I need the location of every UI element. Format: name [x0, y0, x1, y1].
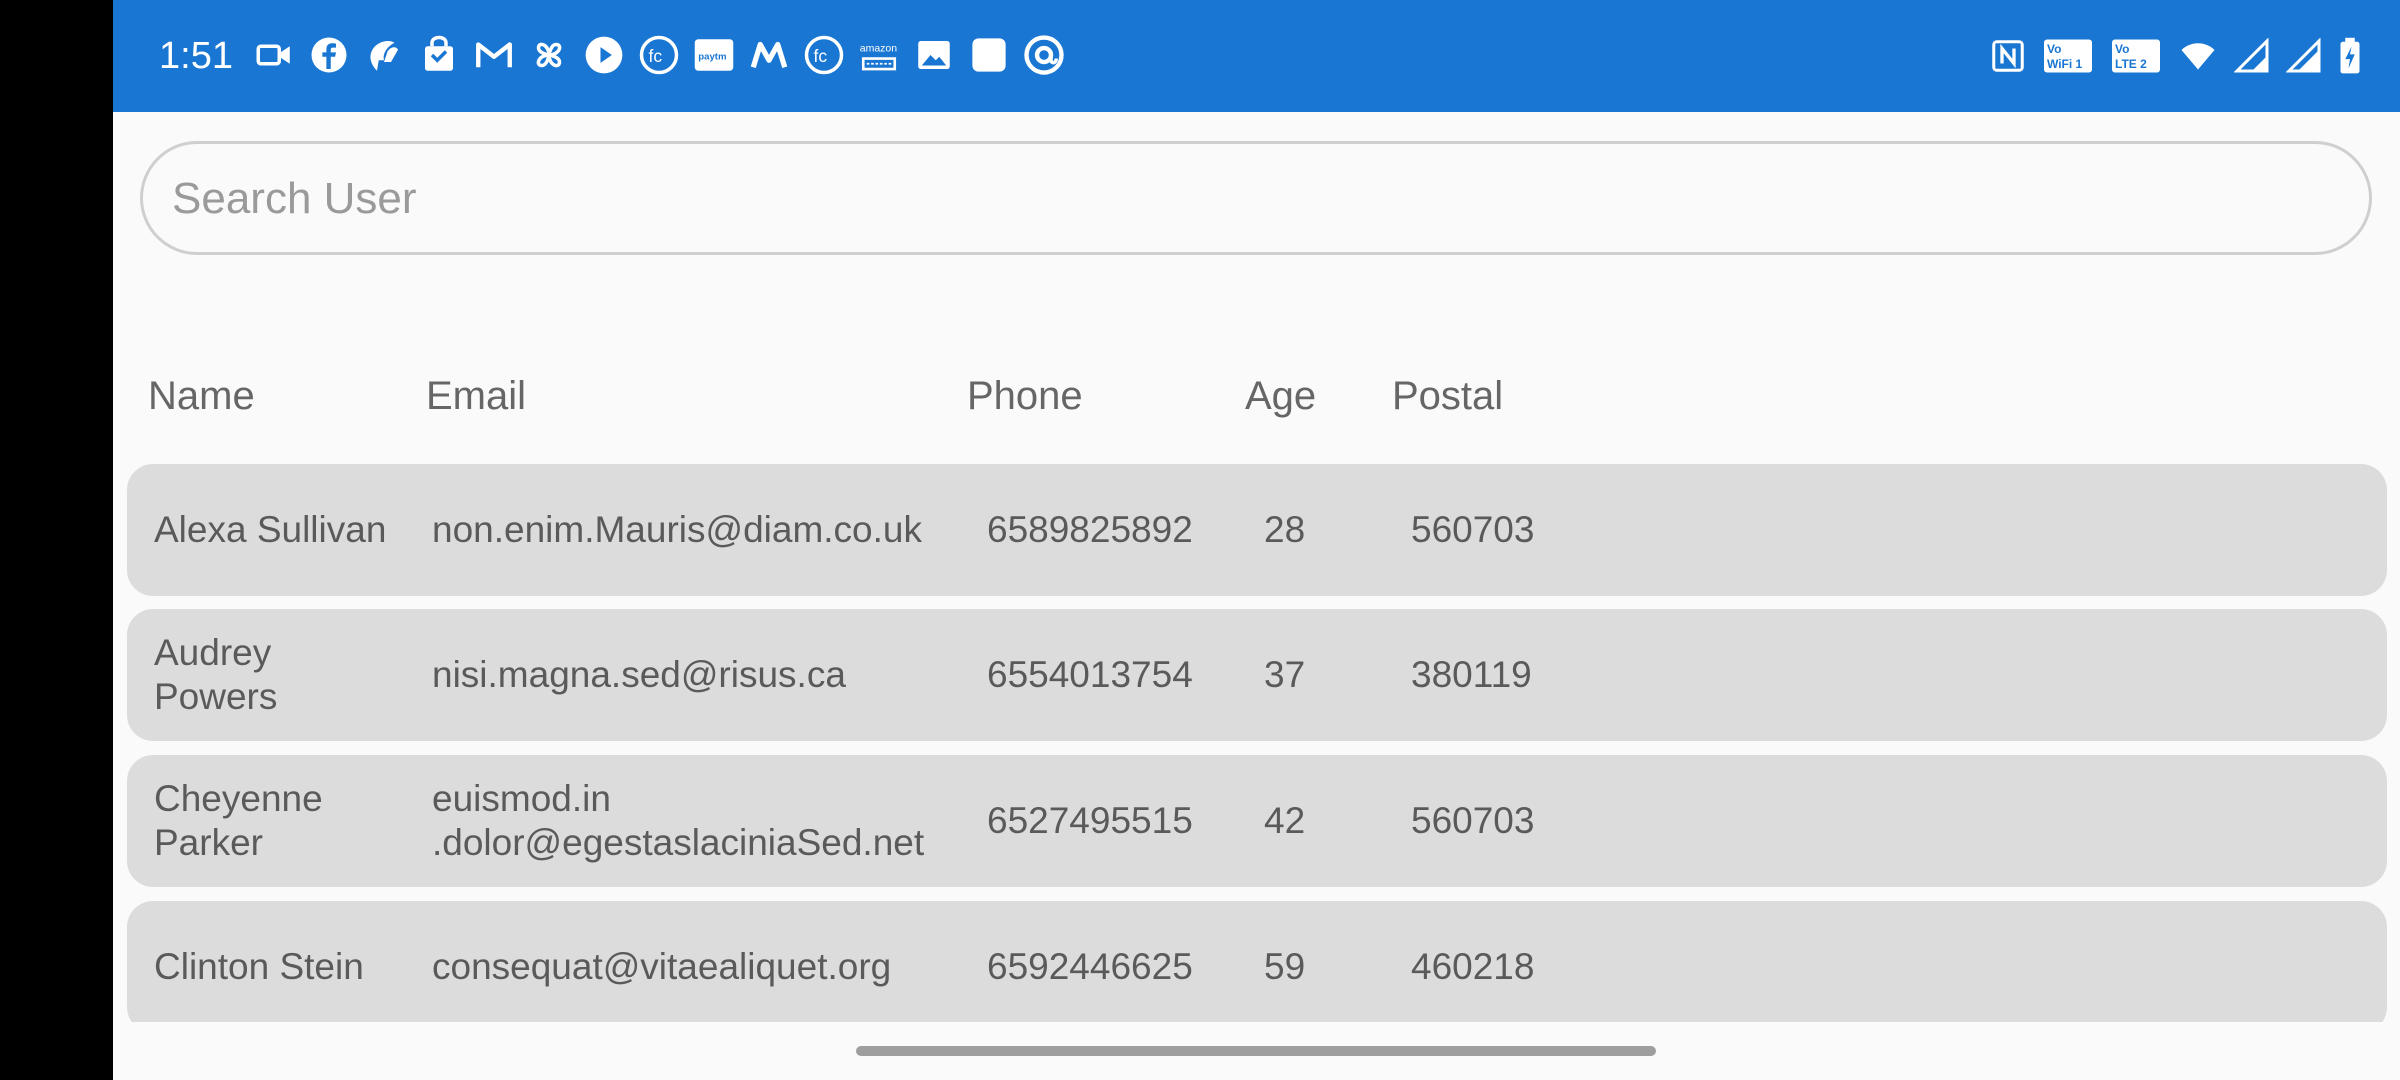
- at-sign-icon: [1024, 35, 1064, 75]
- square-app-icon: [972, 38, 1006, 72]
- table-row[interactable]: Alexa Sullivan non.enim.Mauris@diam.co.u…: [127, 464, 2387, 596]
- svg-text:WiFi 1: WiFi 1: [2047, 57, 2083, 71]
- battery-charging-icon: [2340, 37, 2360, 74]
- cell-phone: 6527495515: [987, 800, 1193, 841]
- cell-age: 28: [1264, 509, 1306, 550]
- column-header-name: Name: [148, 374, 255, 418]
- table-row[interactable]: Clinton Stein consequat@vitaealiquet.org…: [127, 901, 2387, 1033]
- gallery-icon: [918, 41, 950, 69]
- video-camera-icon: [256, 44, 290, 66]
- cell-age: 37: [1264, 654, 1306, 695]
- notification-icons: fc paytm fc amazon: [253, 34, 1078, 78]
- search-field[interactable]: [140, 141, 2372, 255]
- cell-postal: 380119: [1411, 654, 1532, 695]
- cell-name: Cheyenne Parker: [154, 778, 323, 863]
- gmail-icon: [476, 42, 512, 68]
- wifi-icon: [2181, 43, 2215, 70]
- column-header-age: Age: [1245, 374, 1317, 418]
- table-row[interactable]: Cheyenne Parker euismod.in .dolor@egesta…: [127, 755, 2387, 887]
- myntra-icon: [750, 41, 788, 69]
- cell-postal: 560703: [1411, 509, 1535, 550]
- search-input[interactable]: [170, 144, 2324, 254]
- cell-name: Clinton Stein: [154, 946, 364, 987]
- cell-age: 59: [1264, 946, 1306, 987]
- cell-email: euismod.in .dolor@egestaslaciniaSed.net: [432, 778, 925, 863]
- svg-text:paytm: paytm: [698, 51, 726, 62]
- cell-phone: 6554013754: [987, 654, 1193, 695]
- column-header-email: Email: [426, 374, 527, 418]
- cell-name: Alexa Sullivan: [154, 509, 387, 550]
- cell-age: 42: [1264, 800, 1306, 841]
- cell-email: consequat@vitaealiquet.org: [432, 946, 892, 987]
- pinwheel-icon: [536, 42, 562, 68]
- cell-email: nisi.magna.sed@risus.ca: [432, 654, 846, 695]
- vowifi-icon: VoWiFi 1: [2044, 39, 2092, 73]
- swiggy-icon: [370, 41, 398, 71]
- app-screen: 1:51 fc paytm fc amazon Vo WiFi 1 Vo LTE 2: [113, 0, 2400, 1080]
- play-icon: [585, 36, 623, 74]
- svg-text:fc: fc: [649, 46, 663, 66]
- cell-postal: 460218: [1411, 946, 1535, 987]
- cell-phone: 6589825892: [987, 509, 1193, 550]
- gesture-navigation-bar[interactable]: [856, 1046, 1656, 1056]
- svg-text:Vo: Vo: [2047, 42, 2061, 56]
- freecharge-icon: fc: [804, 35, 844, 75]
- svg-text:Vo: Vo: [2115, 42, 2129, 56]
- svg-text:amazon: amazon: [860, 43, 898, 55]
- column-header-phone: Phone: [967, 374, 1083, 418]
- svg-text:fc: fc: [814, 46, 828, 66]
- cell-name: Audrey Powers: [154, 632, 278, 717]
- column-header-postal: Postal: [1392, 374, 1504, 418]
- status-time: 1:51: [159, 35, 233, 77]
- svg-text:LTE 2: LTE 2: [2115, 57, 2147, 71]
- signal-icon: [2286, 38, 2321, 73]
- facebook-icon: [311, 37, 347, 73]
- amazon-icon: amazon: [860, 43, 898, 71]
- cell-email: non.enim.Mauris@diam.co.uk: [432, 509, 922, 550]
- shopping-bag-icon: [425, 35, 453, 71]
- status-bar: 1:51 fc paytm fc amazon Vo WiFi 1 Vo LTE 2: [113, 0, 2400, 112]
- cell-postal: 560703: [1411, 800, 1535, 841]
- system-icons: Vo WiFi 1 Vo LTE 2: [1974, 34, 2362, 78]
- freecharge-icon: fc: [639, 35, 679, 75]
- cell-phone: 6592446625: [987, 946, 1193, 987]
- volte-icon: VoLTE 2: [2112, 39, 2160, 73]
- signal-icon: [2234, 38, 2269, 73]
- paytm-icon: paytm: [694, 39, 734, 71]
- nfc-icon: [1992, 40, 2024, 72]
- table-row[interactable]: Audrey Powers nisi.magna.sed@risus.ca 65…: [127, 609, 2387, 741]
